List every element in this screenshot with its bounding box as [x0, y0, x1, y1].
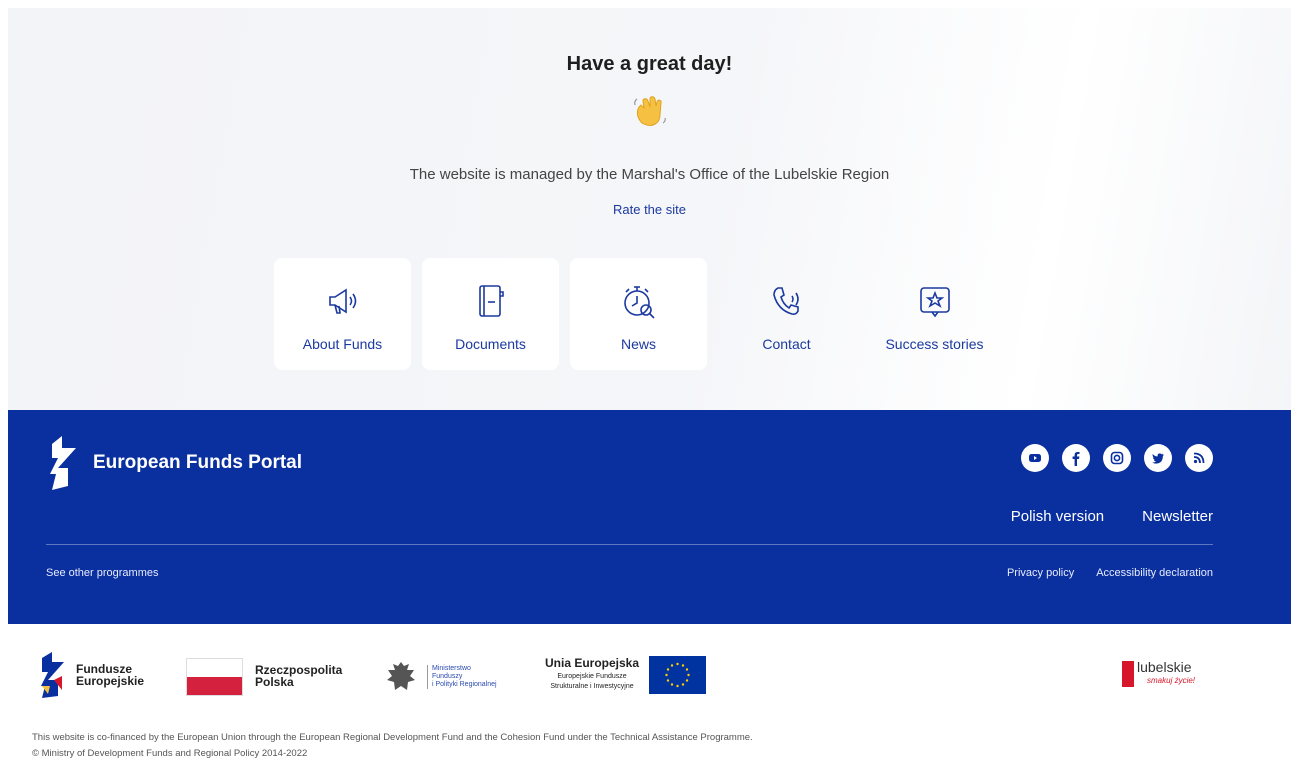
quick-links: About Funds Documents News Contact Succe…	[274, 258, 1003, 370]
portal-title: European Funds Portal	[93, 452, 303, 473]
polish-flag	[186, 658, 243, 696]
managed-by-text: The website is managed by the Marshal's …	[409, 166, 890, 183]
footer-legal-links: Privacy policy Accessibility declaration	[1007, 567, 1213, 579]
social-links	[1021, 444, 1213, 472]
unia-europejska-logo: Unia Europejska Europejskie Fundusze Str…	[545, 656, 707, 694]
partner-logos: Fundusze Europejskie Rzeczpospolita Pols…	[0, 648, 1291, 708]
ue-line1: Unia Europejska	[545, 656, 640, 670]
megaphone-icon	[328, 288, 356, 314]
lubelskie-logo: lubelskie smakuj życie!	[1122, 660, 1195, 688]
copyright-text: © Ministry of Development Funds and Regi…	[32, 748, 308, 759]
tile-label: Documents	[455, 336, 526, 352]
accessibility-declaration-link[interactable]: Accessibility declaration	[1096, 567, 1213, 579]
polish-version-link[interactable]: Polish version	[1011, 508, 1104, 525]
youtube-icon[interactable]	[1021, 444, 1049, 472]
footer-divider	[46, 544, 1213, 545]
document-icon	[478, 285, 504, 317]
cofinancing-notes: This website is co-financed by the Europ…	[32, 730, 753, 762]
privacy-policy-link[interactable]: Privacy policy	[1007, 567, 1074, 579]
facebook-icon[interactable]	[1062, 444, 1090, 472]
eu-flag	[649, 656, 707, 694]
waving-hand-icon	[633, 96, 666, 126]
polish-eagle-icon	[387, 662, 415, 690]
lubelskie-slogan: smakuj życie!	[1147, 676, 1196, 685]
phone-icon	[772, 287, 799, 315]
tile-news[interactable]: News	[570, 258, 707, 370]
rzeczpospolita-polska-logo: Rzeczpospolita Polska	[186, 658, 342, 696]
fe-line2: Europejskie	[76, 674, 145, 688]
twitter-icon[interactable]	[1144, 444, 1172, 472]
hero-section: Have a great day! The website is managed…	[8, 8, 1291, 410]
ue-line3: Strukturalne i Inwestycyjne	[550, 683, 634, 690]
ministry-logo: Ministerstwo Funduszy i Polityki Regiona…	[385, 658, 497, 696]
min-line2: Funduszy	[432, 673, 463, 680]
tile-label: Success stories	[885, 336, 984, 352]
instagram-icon[interactable]	[1103, 444, 1131, 472]
tile-contact[interactable]: Contact	[718, 258, 855, 370]
other-programmes-link[interactable]: See other programmes	[46, 567, 159, 579]
star-message-icon	[919, 287, 950, 318]
footer-band: European Funds Portal Polish version New…	[8, 410, 1291, 624]
rp-line2: Polska	[255, 675, 294, 689]
min-line1: Ministerstwo	[432, 665, 471, 672]
tile-success-stories[interactable]: Success stories	[866, 258, 1003, 370]
tile-documents[interactable]: Documents	[422, 258, 559, 370]
rate-site-link[interactable]: Rate the site	[8, 202, 1291, 217]
european-funds-logo-icon	[50, 436, 76, 490]
eu-stars-icon	[665, 662, 690, 688]
newsletter-link[interactable]: Newsletter	[1142, 508, 1213, 525]
lubelskie-mark-icon	[1122, 661, 1134, 687]
cofinancing-text: This website is co-financed by the Europ…	[32, 732, 753, 743]
tile-about-funds[interactable]: About Funds	[274, 258, 411, 370]
lubelskie-name: lubelskie	[1137, 659, 1192, 675]
stopwatch-icon	[623, 286, 655, 319]
fundusze-europejskie-mark-icon	[41, 652, 64, 698]
greeting-heading: Have a great day!	[566, 53, 733, 75]
ue-line2: Europejskie Fundusze	[557, 673, 627, 680]
rss-icon[interactable]	[1185, 444, 1213, 472]
footer-main-links: Polish version Newsletter	[1011, 508, 1213, 525]
tile-label: About Funds	[302, 336, 383, 352]
fundusze-europejskie-logo: Fundusze Europejskie	[40, 650, 144, 700]
tile-label: Contact	[762, 336, 811, 352]
min-line3: i Polityki Regionalnej	[432, 681, 497, 688]
tile-label: News	[620, 336, 656, 352]
